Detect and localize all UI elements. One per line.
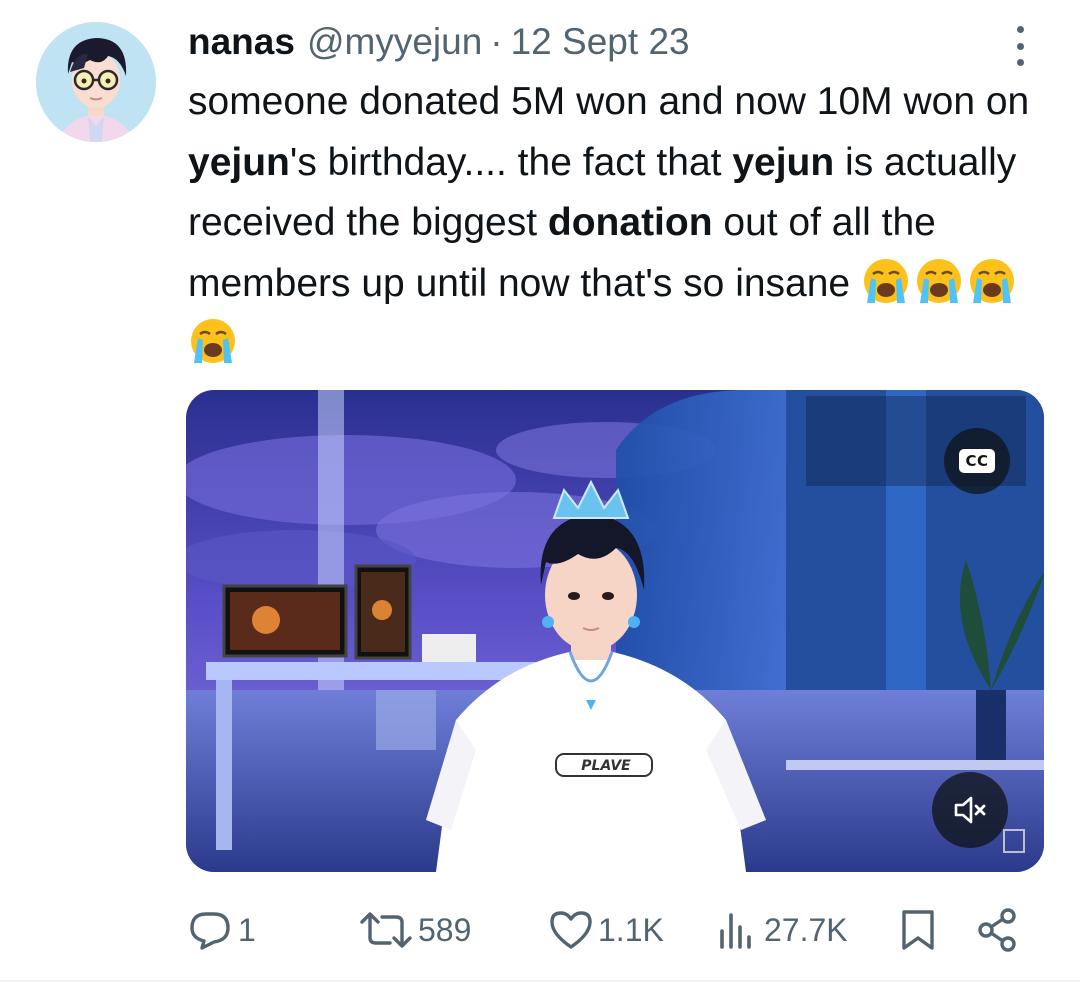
share-button[interactable] (974, 900, 1022, 960)
avatar-image (36, 22, 156, 142)
cc-icon: CC (959, 449, 995, 473)
retweet-count: 589 (418, 911, 472, 948)
views-count: 27.7K (764, 911, 848, 948)
reply-button[interactable]: 1 (186, 900, 256, 960)
bold-yejun: yejun (732, 140, 835, 184)
retweet-icon (360, 912, 412, 948)
crying-face-emoji (861, 256, 911, 306)
text-segment: 's birthday.... the fact that (289, 140, 733, 184)
bookmark-button[interactable] (898, 900, 938, 960)
tweet-text: someone donated 5M won and now 10M won o… (188, 72, 1048, 375)
avatar[interactable] (36, 22, 156, 142)
separator-dot: · (490, 21, 503, 62)
reply-icon (190, 912, 230, 950)
more-vertical-icon[interactable] (1010, 26, 1030, 66)
crying-face-emoji (188, 316, 238, 366)
share-icon (978, 908, 1016, 952)
like-button[interactable]: 1.1K (548, 900, 664, 960)
tweet-actions: 1 589 1.1K 27.7K (0, 900, 1080, 960)
display-name[interactable]: nanas (188, 21, 295, 63)
retweet-button[interactable]: 589 (358, 900, 471, 960)
user-handle[interactable]: @myyejun (307, 21, 482, 63)
bookmark-icon (902, 910, 934, 950)
views-button[interactable]: 27.7K (714, 900, 848, 960)
like-count: 1.1K (598, 911, 664, 948)
tweet-header: nanas @myyejun · 12 Sept 23 (188, 18, 690, 66)
crying-face-emoji (967, 256, 1017, 306)
mute-button[interactable] (932, 772, 1008, 848)
closed-captions-button[interactable]: CC (944, 428, 1010, 494)
tweet: nanas @myyejun · 12 Sept 23 someone dona… (0, 0, 1080, 986)
muted-speaker-icon (954, 796, 986, 824)
shirt-logo-text: PLAVE (581, 758, 631, 774)
heart-icon (550, 911, 592, 949)
reply-count: 1 (238, 911, 256, 948)
crying-face-emoji (914, 256, 964, 306)
tweet-date[interactable]: 12 Sept 23 (511, 21, 690, 63)
video-frame (186, 390, 1044, 872)
bold-yejun: yejun (188, 140, 290, 184)
divider (0, 980, 1080, 982)
views-chart-icon (720, 913, 751, 949)
video-player[interactable]: PLAVE (186, 390, 1044, 872)
text-segment: someone donated 5M won and now 10M won o… (188, 80, 1030, 123)
bold-donation: donation (547, 201, 713, 244)
